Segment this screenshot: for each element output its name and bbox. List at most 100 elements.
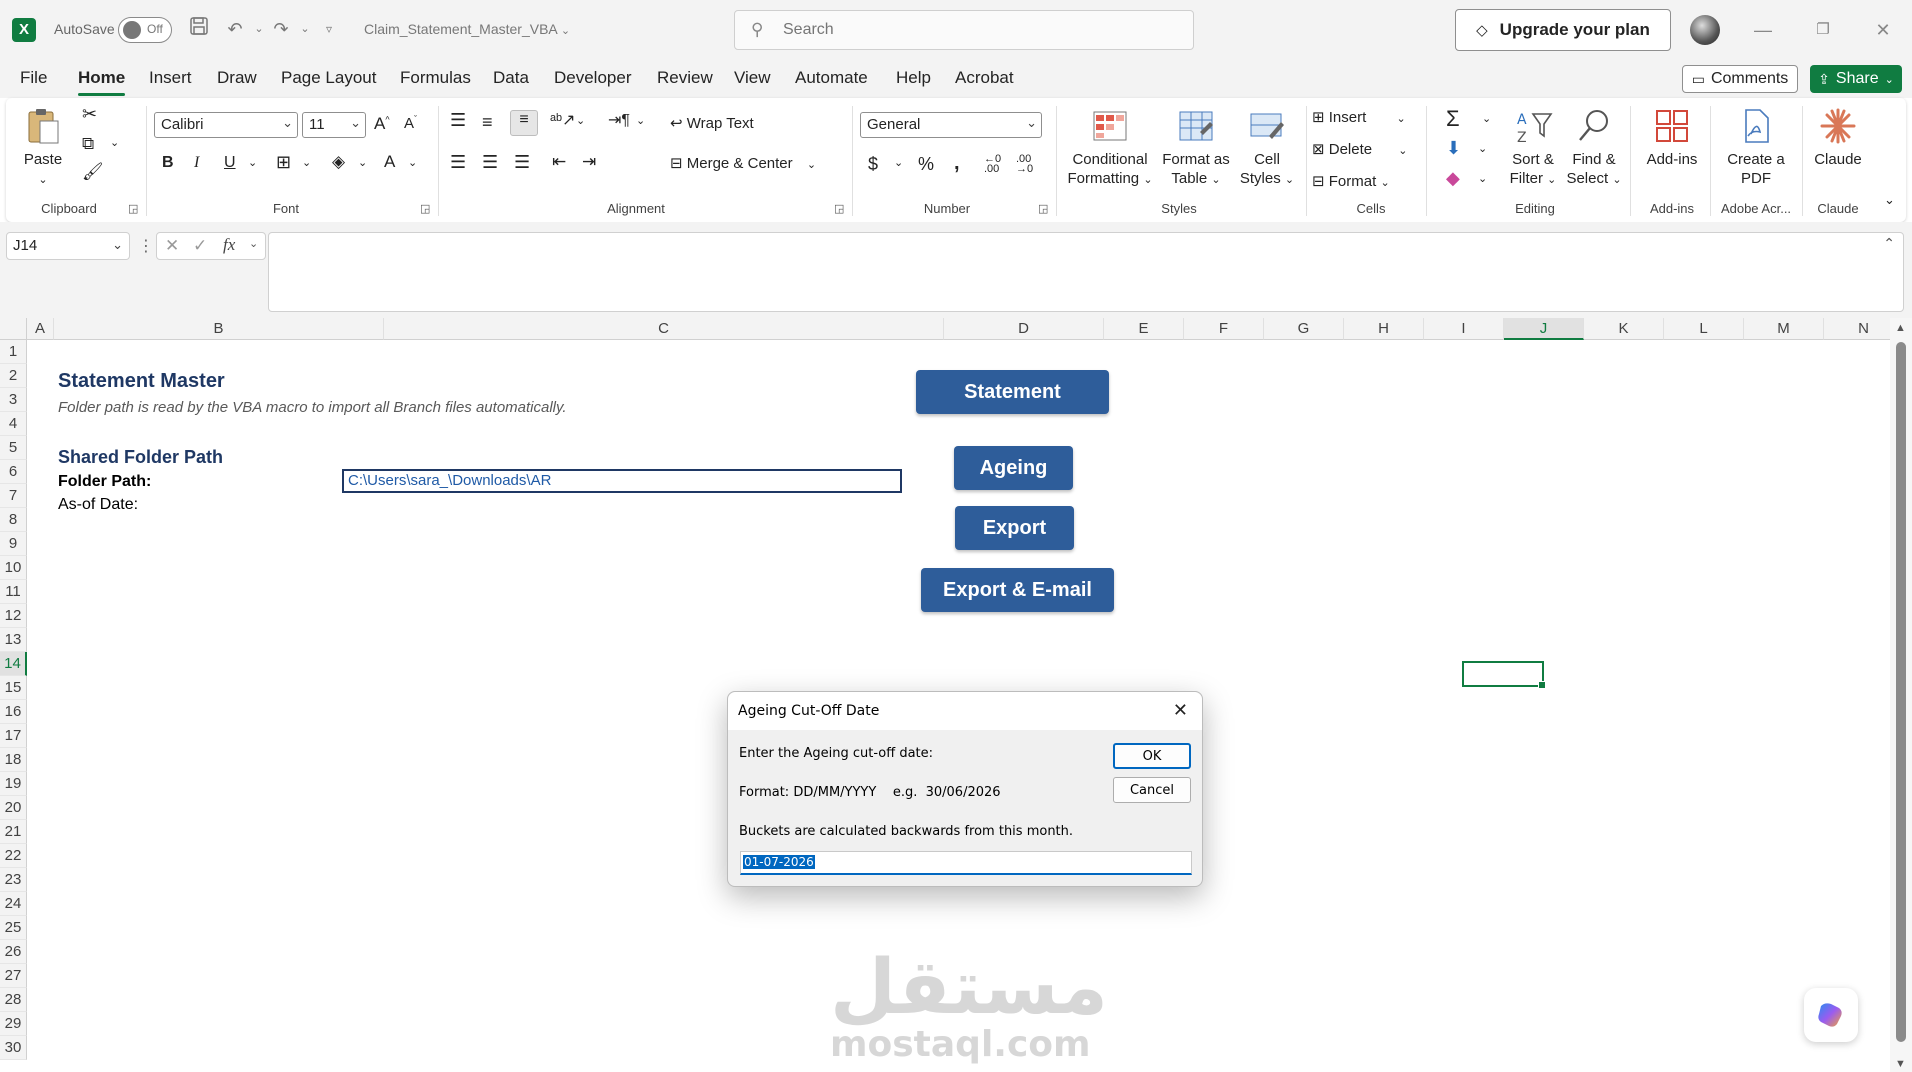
align-middle-icon[interactable]: ≡	[482, 112, 493, 133]
autosave-toggle[interactable]: Off	[118, 17, 172, 43]
row-header-27[interactable]: 27	[0, 964, 27, 988]
scroll-up-icon[interactable]: ▲	[1895, 322, 1906, 334]
align-right-icon[interactable]: ☰	[514, 152, 530, 173]
name-box[interactable]: J14 ⌄	[6, 232, 130, 260]
dialog-launcher-icon[interactable]: ◲	[128, 202, 138, 215]
row-header-1[interactable]: 1	[0, 340, 27, 364]
format-cells-button[interactable]: ⊟ Format ⌄	[1312, 172, 1390, 190]
underline-dropdown-icon[interactable]: ⌄	[248, 156, 257, 169]
tab-help[interactable]: Help	[896, 68, 931, 88]
text-direction-icon[interactable]: ⇥¶	[608, 110, 630, 130]
column-header-m[interactable]: M	[1744, 318, 1824, 340]
conditional-formatting-button[interactable]: Conditional Formatting ⌄	[1062, 106, 1158, 190]
row-header-25[interactable]: 25	[0, 916, 27, 940]
export-email-button[interactable]: Export & E-mail	[921, 568, 1114, 612]
close-icon[interactable]: ✕	[1173, 700, 1188, 721]
italic-icon[interactable]: I	[194, 154, 199, 172]
tab-developer[interactable]: Developer	[554, 68, 632, 88]
tab-formulas[interactable]: Formulas	[400, 68, 471, 88]
format-as-table-button[interactable]: Format as Table ⌄	[1158, 106, 1234, 190]
increase-indent-icon[interactable]: ⇥	[582, 152, 596, 172]
font-name-combo[interactable]: Calibri ⌄	[154, 112, 298, 138]
redo-icon[interactable]: ↷	[268, 16, 294, 42]
wrap-text-button[interactable]: ↩ Wrap Text	[670, 114, 754, 132]
undo-icon[interactable]: ↶	[222, 16, 248, 42]
row-header-11[interactable]: 11	[0, 580, 27, 604]
autosum-dropdown-icon[interactable]: ⌄	[1482, 112, 1491, 125]
avatar[interactable]	[1690, 15, 1720, 45]
bold-icon[interactable]: B	[162, 154, 174, 172]
currency-icon[interactable]: $	[868, 154, 878, 175]
copy-dropdown-icon[interactable]: ⌄	[110, 136, 119, 149]
tab-page-layout[interactable]: Page Layout	[281, 68, 376, 88]
redo-dropdown-icon[interactable]: ⌄	[292, 16, 318, 42]
row-header-18[interactable]: 18	[0, 748, 27, 772]
column-header-h[interactable]: H	[1344, 318, 1424, 340]
tab-review[interactable]: Review	[657, 68, 713, 88]
collapse-ribbon-icon[interactable]: ⌄	[1884, 192, 1895, 208]
align-center-icon[interactable]: ☰	[482, 152, 498, 173]
tab-insert[interactable]: Insert	[149, 68, 192, 88]
select-all-corner[interactable]	[0, 318, 27, 340]
clear-icon[interactable]: ◆	[1446, 168, 1460, 189]
increase-font-icon[interactable]: A^	[374, 114, 390, 134]
search-box[interactable]: ⚲	[734, 10, 1194, 50]
align-left-icon[interactable]: ☰	[450, 152, 466, 173]
fill-dropdown-icon[interactable]: ⌄	[358, 156, 367, 169]
row-header-30[interactable]: 30	[0, 1036, 27, 1060]
add-ins-button[interactable]: Add-ins	[1638, 106, 1706, 169]
active-cell-j14[interactable]	[1462, 661, 1546, 689]
number-format-combo[interactable]: General ⌄	[860, 112, 1042, 138]
currency-dropdown-icon[interactable]: ⌄	[894, 156, 903, 169]
sort-filter-button[interactable]: AZ Sort & Filter ⌄	[1504, 106, 1562, 190]
fill-down-icon[interactable]: ⬇	[1446, 138, 1461, 159]
copilot-button[interactable]	[1804, 988, 1858, 1042]
tab-acrobat[interactable]: Acrobat	[955, 68, 1014, 88]
document-title[interactable]: Claim_Statement_Master_VBA ⌄	[364, 21, 570, 37]
dialog-launcher-icon[interactable]: ◲	[1038, 202, 1048, 215]
comments-button[interactable]: ▭ Comments	[1682, 65, 1798, 93]
row-header-7[interactable]: 7	[0, 484, 27, 508]
underline-icon[interactable]: U	[224, 154, 236, 172]
row-header-9[interactable]: 9	[0, 532, 27, 556]
cell-styles-button[interactable]: Cell Styles ⌄	[1234, 106, 1300, 190]
merge-center-button[interactable]: ⊟ Merge & Center ⌄	[670, 154, 816, 172]
insert-cells-button[interactable]: ⊞ Insert ⌄	[1312, 108, 1406, 126]
column-header-i[interactable]: I	[1424, 318, 1504, 340]
share-button[interactable]: ⇪ Share ⌄	[1810, 65, 1902, 93]
font-color-icon[interactable]: A	[384, 152, 395, 172]
dialog-launcher-icon[interactable]: ◲	[420, 202, 430, 215]
row-header-23[interactable]: 23	[0, 868, 27, 892]
copy-icon[interactable]: ⧉	[82, 134, 94, 154]
vertical-scrollbar[interactable]: ▲ ▼	[1890, 318, 1912, 1072]
percent-icon[interactable]: %	[918, 154, 934, 175]
decrease-font-icon[interactable]: Aˇ	[404, 114, 417, 132]
row-header-8[interactable]: 8	[0, 508, 27, 532]
scroll-down-icon[interactable]: ▼	[1895, 1058, 1906, 1070]
folder-path-cell[interactable]: C:\Users\sara_\Downloads\AR	[342, 469, 902, 493]
autosum-icon[interactable]: Σ	[1446, 106, 1460, 132]
column-header-l[interactable]: L	[1664, 318, 1744, 340]
column-header-a[interactable]: A	[27, 318, 54, 340]
increase-decimal-icon[interactable]: ←0.00	[984, 154, 1001, 175]
column-header-b[interactable]: B	[54, 318, 384, 340]
minimize-icon[interactable]: —	[1748, 16, 1778, 44]
find-select-button[interactable]: Find & Select ⌄	[1562, 106, 1626, 190]
restore-icon[interactable]: ❐	[1808, 16, 1838, 44]
tab-home[interactable]: Home	[78, 68, 126, 96]
scroll-thumb[interactable]	[1896, 342, 1906, 1042]
clear-dropdown-icon[interactable]: ⌄	[1478, 172, 1487, 185]
column-header-j[interactable]: J	[1504, 318, 1584, 340]
row-header-6[interactable]: 6	[0, 460, 27, 484]
font-color-dropdown-icon[interactable]: ⌄	[408, 156, 417, 169]
customize-toolbar-icon[interactable]: ▿	[316, 16, 342, 42]
column-header-g[interactable]: G	[1264, 318, 1344, 340]
row-header-20[interactable]: 20	[0, 796, 27, 820]
borders-dropdown-icon[interactable]: ⌄	[302, 156, 311, 169]
row-header-22[interactable]: 22	[0, 844, 27, 868]
column-header-k[interactable]: K	[1584, 318, 1664, 340]
ageing-button[interactable]: Ageing	[954, 446, 1073, 490]
tab-view[interactable]: View	[734, 68, 771, 88]
comma-style-icon[interactable]: ,	[954, 152, 960, 175]
dialog-launcher-icon[interactable]: ◲	[834, 202, 844, 215]
